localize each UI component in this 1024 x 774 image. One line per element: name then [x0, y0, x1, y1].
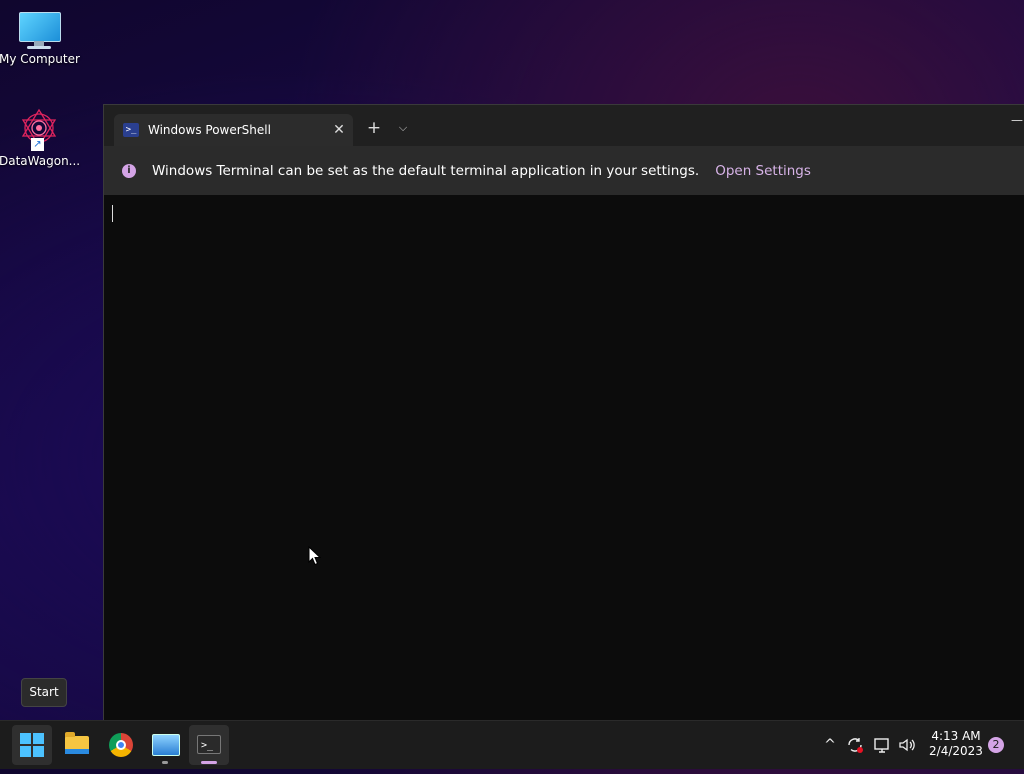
active-indicator: [201, 761, 217, 764]
windows-logo-icon: [20, 733, 44, 757]
desktop-icon-datawagon[interactable]: ↗ DataWagon...: [0, 106, 81, 168]
desktop-icon-label: My Computer: [0, 52, 80, 66]
terminal-icon: >_: [197, 735, 221, 754]
sync-icon[interactable]: [845, 721, 865, 769]
start-tooltip: Start: [21, 678, 67, 707]
close-tab-icon[interactable]: ✕: [325, 122, 353, 138]
terminal-window: >_ Windows PowerShell ✕ + ⌵ — i Windows …: [103, 104, 1024, 721]
infobar-message: Windows Terminal can be set as the defau…: [152, 162, 700, 179]
clock-time: 4:13 AM: [931, 729, 981, 743]
terminal-content-area[interactable]: [104, 195, 1024, 720]
remote-desktop-icon: [152, 734, 180, 756]
text-cursor: [112, 205, 113, 222]
tab-title: Windows PowerShell: [148, 123, 271, 137]
terminal-taskbar-button[interactable]: >_: [189, 725, 229, 765]
network-icon[interactable]: [872, 721, 892, 769]
show-hidden-icons-chevron-up-icon[interactable]: ^: [820, 721, 840, 769]
chrome-icon: [109, 733, 133, 757]
tab-dropdown-chevron-down-icon[interactable]: ⌵: [393, 118, 413, 138]
minimize-button[interactable]: —: [1011, 113, 1024, 133]
mouse-pointer-icon: [308, 546, 322, 566]
desktop-icon-label: DataWagon...: [0, 154, 81, 168]
folder-icon: [65, 732, 89, 754]
clock[interactable]: 4:13 AM 2/4/2023: [925, 729, 987, 759]
info-icon: i: [122, 163, 136, 178]
volume-icon[interactable]: [897, 721, 917, 769]
taskbar: >_ ^ 4:13 AM 2/4/2023 2: [0, 720, 1024, 769]
monitor-icon: [17, 12, 61, 50]
notification-badge[interactable]: 2: [988, 737, 1004, 753]
remote-desktop-button[interactable]: [145, 725, 185, 765]
new-tab-button[interactable]: +: [363, 118, 385, 138]
desktop-icon-my-computer[interactable]: My Computer: [0, 12, 80, 66]
default-terminal-infobar: i Windows Terminal can be set as the def…: [104, 146, 1024, 195]
start-button[interactable]: [12, 725, 52, 765]
running-indicator: [162, 761, 168, 764]
tab-windows-powershell[interactable]: >_ Windows PowerShell ✕: [114, 114, 353, 146]
file-explorer-button[interactable]: [57, 725, 97, 765]
shortcut-arrow-icon: ↗: [31, 138, 44, 151]
chrome-button[interactable]: [101, 725, 141, 765]
powershell-icon: >_: [123, 123, 139, 137]
open-settings-link[interactable]: Open Settings: [715, 163, 811, 179]
title-bar[interactable]: >_ Windows PowerShell ✕ + ⌵ —: [104, 105, 1024, 146]
clock-date: 2/4/2023: [929, 744, 983, 758]
